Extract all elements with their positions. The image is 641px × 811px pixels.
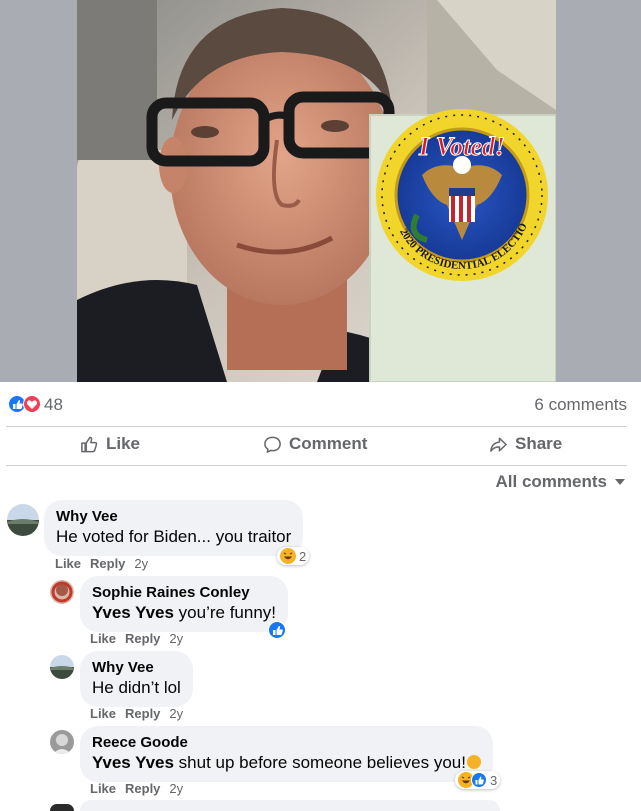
comment-meta: Like Reply 2y bbox=[90, 706, 192, 721]
selfie-image: I Voted! 2020 PRESIDENTIAL ELECTION bbox=[77, 0, 556, 382]
comment-author[interactable]: Why Vee bbox=[92, 658, 181, 677]
comment-bubble: Why Vee He didn’t lol bbox=[80, 651, 193, 707]
avatar[interactable] bbox=[50, 804, 74, 811]
comment-reply-link[interactable]: Reply bbox=[125, 706, 160, 721]
comment-text: He didn’t lol bbox=[92, 678, 181, 697]
comment-like-link[interactable]: Like bbox=[90, 781, 116, 796]
caret-down-icon bbox=[615, 479, 625, 485]
haha-reaction-icon bbox=[280, 548, 296, 564]
comment-time[interactable]: 2y bbox=[169, 706, 183, 721]
comment-mention[interactable]: Yves Yves bbox=[92, 603, 174, 622]
comment-text: shut up before someone believes you! bbox=[173, 753, 466, 772]
post-stats-bar: 48 6 comments bbox=[0, 388, 641, 420]
divider bbox=[6, 465, 627, 466]
reaction-count[interactable]: 48 bbox=[44, 395, 63, 415]
comment-reply-link[interactable]: Reply bbox=[125, 781, 160, 796]
avatar[interactable] bbox=[7, 504, 39, 536]
comment-reaction-badge[interactable]: 2 bbox=[277, 547, 310, 565]
thumbs-up-icon bbox=[81, 436, 98, 452]
share-arrow-icon bbox=[490, 437, 507, 452]
laughing-emoji-icon bbox=[466, 755, 481, 769]
comment-like-link[interactable]: Like bbox=[90, 631, 116, 646]
comment-text: He voted for Biden... you traitor bbox=[56, 527, 292, 546]
share-button[interactable]: Share bbox=[489, 434, 562, 454]
comment-text: you’re funny! bbox=[173, 603, 277, 622]
comment-reply-link[interactable]: Reply bbox=[90, 556, 125, 571]
post-photo-area: I Voted! 2020 PRESIDENTIAL ELECTION bbox=[0, 0, 641, 382]
comment-bubble bbox=[80, 800, 500, 811]
comment-author[interactable]: Why Vee bbox=[56, 507, 291, 526]
like-button[interactable]: Like bbox=[80, 434, 140, 454]
comment-meta: Like Reply 2y bbox=[55, 556, 157, 571]
share-label: Share bbox=[515, 434, 563, 453]
comment-author[interactable]: Sophie Raines Conley bbox=[92, 583, 276, 602]
like-reaction-icon bbox=[471, 772, 487, 788]
like-reaction-icon bbox=[268, 621, 286, 639]
comment-time[interactable]: 2y bbox=[134, 556, 148, 571]
comment-reaction-count: 2 bbox=[299, 548, 307, 564]
comment: Sophie Raines Conley Yves Yves you’re fu… bbox=[0, 574, 641, 650]
sticker-title: I Voted! bbox=[418, 132, 505, 161]
comment: Reece Goode Yves Yves shut up before som… bbox=[0, 724, 641, 804]
avatar[interactable] bbox=[50, 730, 74, 754]
comment-time[interactable]: 2y bbox=[169, 631, 183, 646]
reaction-icons[interactable] bbox=[8, 395, 42, 413]
comment-bubble-icon bbox=[264, 436, 281, 453]
comment-reaction-count: 3 bbox=[490, 772, 498, 788]
comment-like-link[interactable]: Like bbox=[55, 556, 81, 571]
comment: Why Vee He didn’t lol Like Reply 2y bbox=[0, 649, 641, 725]
comment-like-link[interactable]: Like bbox=[90, 706, 116, 721]
comment-meta: Like Reply 2y bbox=[90, 631, 192, 646]
comment-reaction-badge[interactable]: 3 bbox=[455, 771, 501, 789]
comment-mention[interactable]: Yves Yves bbox=[92, 753, 174, 772]
post-photo[interactable]: I Voted! 2020 PRESIDENTIAL ELECTION bbox=[77, 0, 556, 382]
comment-meta: Like Reply 2y bbox=[90, 781, 192, 796]
comment: Why Vee He voted for Biden... you traito… bbox=[0, 498, 641, 574]
comment-label: Comment bbox=[289, 434, 368, 453]
comment-reply-link[interactable]: Reply bbox=[125, 631, 160, 646]
comment-sort-label: All comments bbox=[495, 472, 607, 491]
comment-author[interactable]: Reece Goode bbox=[92, 733, 481, 752]
comment-bubble: Reece Goode Yves Yves shut up before som… bbox=[80, 726, 493, 782]
comment-bubble: Sophie Raines Conley Yves Yves you’re fu… bbox=[80, 576, 289, 632]
avatar[interactable] bbox=[50, 655, 74, 679]
comment-button[interactable]: Comment bbox=[263, 434, 367, 454]
like-label: Like bbox=[106, 434, 141, 453]
comment-bubble: Why Vee He voted for Biden... you traito… bbox=[44, 500, 304, 556]
comments-count-link[interactable]: 6 comments bbox=[534, 395, 627, 415]
comment-reaction-badge[interactable] bbox=[268, 621, 286, 644]
comment-sort-dropdown[interactable]: All comments bbox=[496, 472, 625, 492]
avatar[interactable] bbox=[50, 580, 74, 604]
post-action-bar: Like Comment Share bbox=[0, 427, 641, 465]
comment-time[interactable]: 2y bbox=[169, 781, 183, 796]
